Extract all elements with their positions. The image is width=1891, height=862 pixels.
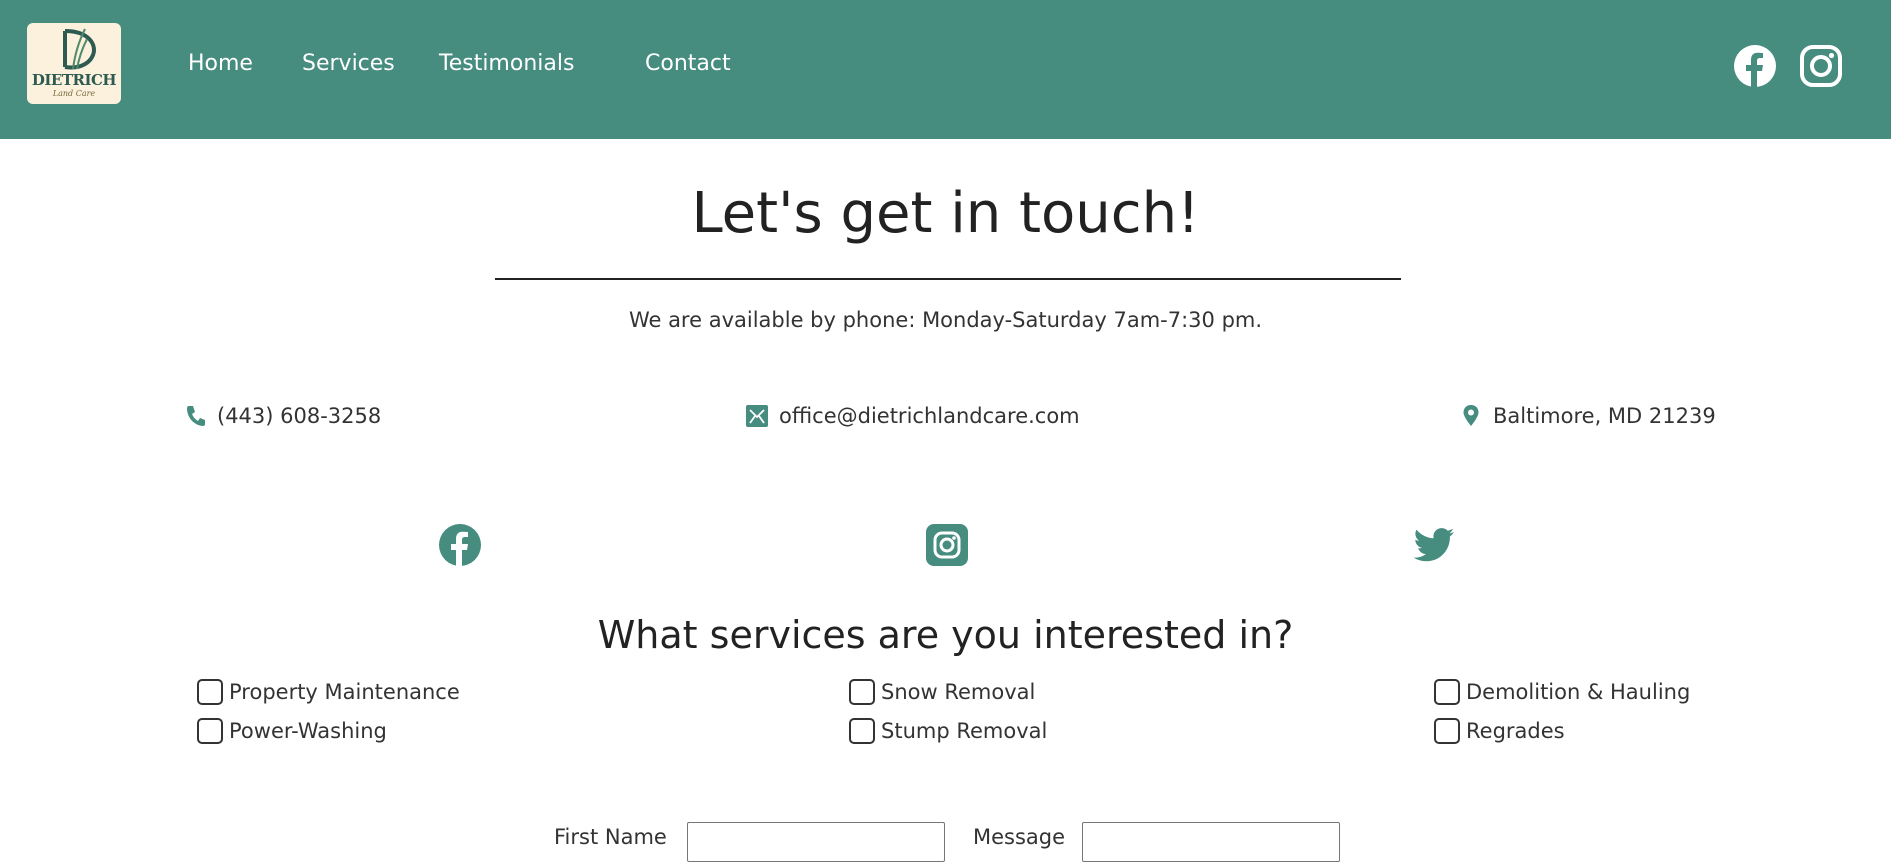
service-option-stump-removal[interactable]: Stump Removal [849,716,1047,746]
first-name-label: First Name [554,825,667,849]
nav-contact-link[interactable]: Contact [645,49,731,79]
email-contact[interactable]: office@dietrichlandcare.com [746,401,1080,431]
service-option-label: Stump Removal [881,719,1048,743]
email-address: office@dietrichlandcare.com [779,404,1080,428]
instagram-icon [926,524,968,566]
email-icon [746,405,768,427]
location-contact[interactable]: Baltimore, MD 21239 [1460,401,1716,431]
facebook-icon [1734,45,1776,87]
phone-number: (443) 608-3258 [217,404,382,428]
phone-contact[interactable]: (443) 608-3258 [184,401,381,431]
facebook-icon [439,524,481,566]
logo-name: DIETRICH [31,71,117,89]
header-instagram-link[interactable] [1799,44,1843,88]
availability-text: We are available by phone: Monday-Saturd… [628,308,1263,332]
service-option-label: Demolition & Hauling [1466,680,1691,704]
checkbox[interactable] [849,679,875,705]
message-label: Message [973,825,1066,849]
location-address: Baltimore, MD 21239 [1493,404,1716,428]
map-pin-icon [1463,405,1479,426]
logo-subtitle: Land Care [52,89,96,98]
facebook-link[interactable] [438,523,482,567]
service-option-property-maintenance[interactable]: Property Maintenance [197,677,460,707]
instagram-link[interactable] [925,523,969,567]
twitter-icon [1413,528,1454,562]
checkbox[interactable] [197,718,223,744]
nav-home-link[interactable]: Home [188,49,253,79]
first-name-field[interactable] [687,822,945,862]
checkbox[interactable] [849,718,875,744]
checkbox[interactable] [197,679,223,705]
service-option-label: Regrades [1466,719,1565,743]
twitter-link[interactable] [1412,523,1456,567]
message-field[interactable] [1082,822,1340,862]
top-navigation-bar: DIETRICH Land Care Home Services Testimo… [0,0,1891,139]
nav-testimonials-link[interactable]: Testimonials [439,49,574,79]
instagram-icon [1800,45,1842,87]
header-facebook-link[interactable] [1733,44,1777,88]
title-divider [495,278,1401,280]
services-heading: What services are you interested in? [597,613,1294,657]
page-title: Let's get in touch! [691,181,1200,246]
service-option-label: Power-Washing [229,719,387,743]
brand-logo[interactable]: DIETRICH Land Care [27,23,121,104]
service-option-label: Snow Removal [881,680,1036,704]
checkbox[interactable] [1434,679,1460,705]
service-option-power-washing[interactable]: Power-Washing [197,716,387,746]
service-option-label: Property Maintenance [229,680,460,704]
service-option-snow-removal[interactable]: Snow Removal [849,677,1035,707]
checkbox[interactable] [1434,718,1460,744]
service-option-demolition-hauling[interactable]: Demolition & Hauling [1434,677,1690,707]
phone-icon [187,406,205,426]
service-option-regrades[interactable]: Regrades [1434,716,1565,746]
nav-services-link[interactable]: Services [302,49,395,79]
